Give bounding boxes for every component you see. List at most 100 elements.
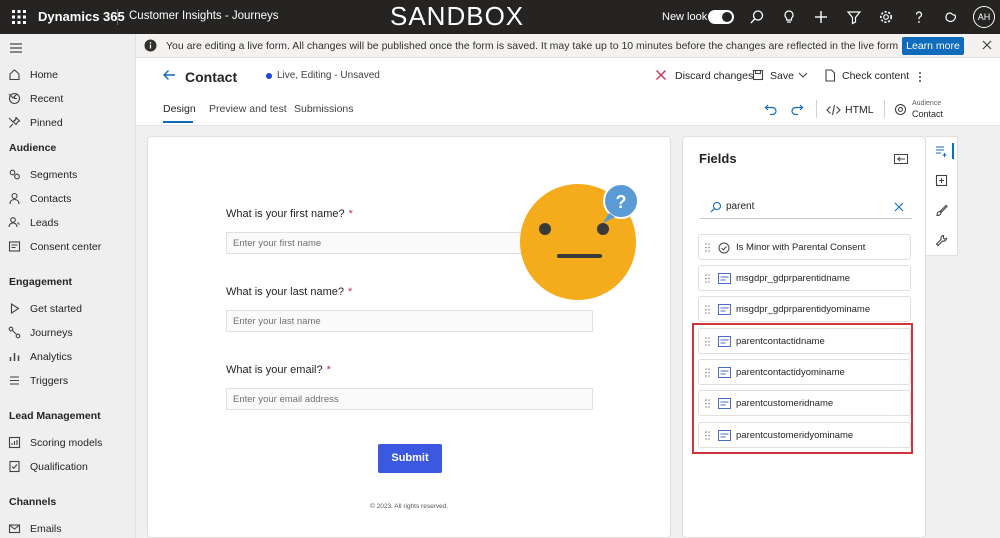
nav-item-label: Journeys (30, 327, 73, 339)
text-field-icon (718, 273, 731, 284)
field-label: msgdpr_gdprparentidname (736, 273, 851, 284)
last-name-field[interactable]: Enter your last name (226, 310, 593, 332)
html-button[interactable]: HTML (845, 104, 874, 116)
drag-handle-icon[interactable] (705, 243, 710, 252)
title-divider (117, 9, 118, 25)
chevron-down-icon[interactable] (8, 116, 18, 124)
chevron-down-icon[interactable] (798, 71, 808, 79)
discard-icon (656, 70, 666, 80)
nav-item-leads[interactable]: Leads (8, 214, 132, 232)
new-look-toggle[interactable] (708, 10, 734, 24)
required-mark: * (326, 364, 331, 376)
info-icon (144, 39, 157, 52)
add-field-icon[interactable] (935, 145, 948, 158)
required-mark: * (348, 286, 353, 298)
drag-handle-icon[interactable] (705, 305, 710, 314)
nav-item-qualification[interactable]: Qualification (8, 458, 132, 476)
gear-icon[interactable] (878, 9, 894, 25)
app-launcher-icon[interactable] (12, 10, 26, 24)
play-icon (10, 302, 20, 315)
live-form-banner: You are editing a live form. All changes… (136, 34, 1000, 58)
nav-group-channels: Channels (9, 496, 57, 508)
help-icon[interactable] (911, 9, 927, 25)
tab-design[interactable]: Design (163, 103, 196, 115)
tab-submissions[interactable]: Submissions (294, 103, 354, 115)
nav-item-scoring-models[interactable]: Scoring models (8, 434, 132, 452)
add-element-icon[interactable] (935, 174, 948, 187)
audience-target-icon[interactable] (894, 103, 907, 116)
nav-item-emails[interactable]: Emails (8, 520, 132, 538)
learn-more-button[interactable]: Learn more (902, 37, 964, 55)
nav-item-analytics[interactable]: Analytics (8, 348, 132, 366)
home-icon (9, 69, 20, 81)
field-label: msgdpr_gdprparentidyominame (736, 304, 871, 315)
nav-item-consent-center[interactable]: Consent center (8, 238, 132, 256)
nav-item-triggers[interactable]: Triggers (8, 372, 132, 390)
nav-item-pinned[interactable]: Pinned (8, 114, 132, 132)
back-arrow-icon[interactable] (162, 68, 176, 82)
nav-item-label: Contacts (30, 193, 72, 205)
user-avatar[interactable]: AH (973, 6, 995, 28)
code-icon[interactable] (826, 104, 841, 116)
last-name-question[interactable]: What is your last name? * (226, 286, 352, 298)
filter-icon[interactable] (846, 9, 862, 25)
copilot-icon[interactable] (943, 9, 959, 25)
area-name[interactable]: Customer Insights - Journeys (129, 10, 279, 22)
audience-value[interactable]: Contact (912, 109, 943, 119)
plus-icon[interactable] (813, 9, 829, 25)
discard-changes-button[interactable]: Discard changes (655, 68, 753, 84)
field-item[interactable]: msgdpr_gdprparentidyominame (698, 296, 911, 322)
collapse-panel-icon[interactable] (894, 154, 908, 164)
audience-label: Audience (912, 100, 942, 107)
first-name-question[interactable]: What is your first name? * (226, 208, 353, 220)
close-icon[interactable] (981, 39, 993, 51)
clear-search-icon[interactable] (894, 202, 904, 212)
drag-handle-icon[interactable] (705, 274, 710, 283)
nav-item-home[interactable]: Home (8, 66, 132, 84)
emoji-badge-text: ? (616, 192, 627, 212)
app-name[interactable]: Dynamics 365 (38, 9, 125, 24)
email-field[interactable]: Enter your email address (226, 388, 593, 410)
field-item[interactable]: Is Minor with Parental Consent (698, 234, 911, 260)
field-label: Is Minor with Parental Consent (736, 242, 866, 253)
nav-item-contacts[interactable]: Contacts (8, 190, 132, 208)
highlight-box (692, 323, 913, 454)
consent-icon (8, 241, 21, 252)
undo-icon[interactable] (764, 102, 778, 116)
tab-preview-and-test[interactable]: Preview and test (209, 103, 287, 115)
nav-item-segments[interactable]: Segments (8, 166, 132, 184)
paintbrush-icon[interactable] (935, 204, 948, 217)
email-question[interactable]: What is your email? * (226, 364, 331, 376)
toolbar-divider (884, 100, 885, 118)
save-button[interactable]: Save (752, 68, 812, 84)
hamburger-menu-icon[interactable] (10, 43, 22, 53)
field-item[interactable]: msgdpr_gdprparentidname (698, 265, 911, 291)
check-content-button[interactable]: Check content (824, 68, 909, 84)
fields-search-input[interactable]: parent (700, 195, 912, 219)
chevron-down-icon[interactable] (8, 92, 18, 100)
nav-item-get-started[interactable]: Get started (8, 300, 132, 318)
triggers-icon (10, 376, 19, 385)
search-icon[interactable] (749, 9, 765, 25)
nav-item-recent[interactable]: Recent (8, 90, 132, 108)
scoring-icon (8, 436, 21, 449)
required-mark: * (348, 208, 353, 220)
document-check-icon (825, 69, 836, 82)
form-status: Live, Editing - Unsaved (277, 70, 380, 81)
banner-message: You are editing a live form. All changes… (166, 40, 899, 52)
nav-item-label: Get started (30, 303, 82, 315)
settings-tool-icon[interactable] (935, 234, 948, 247)
more-options-icon[interactable] (918, 71, 922, 83)
nav-item-label: Segments (30, 169, 78, 181)
nav-item-journeys[interactable]: Journeys (8, 324, 132, 342)
redo-icon[interactable] (790, 102, 804, 116)
field-placeholder: Enter your last name (233, 316, 321, 327)
journeys-icon (8, 326, 21, 339)
nav-item-label: Home (30, 69, 59, 81)
submit-button[interactable]: Submit (378, 444, 442, 473)
rail-selected-indicator (952, 143, 954, 159)
environment-label: SANDBOX (390, 1, 525, 31)
question-text: What is your last name? (226, 286, 344, 298)
lightbulb-icon[interactable] (781, 9, 797, 25)
search-icon (710, 201, 722, 213)
